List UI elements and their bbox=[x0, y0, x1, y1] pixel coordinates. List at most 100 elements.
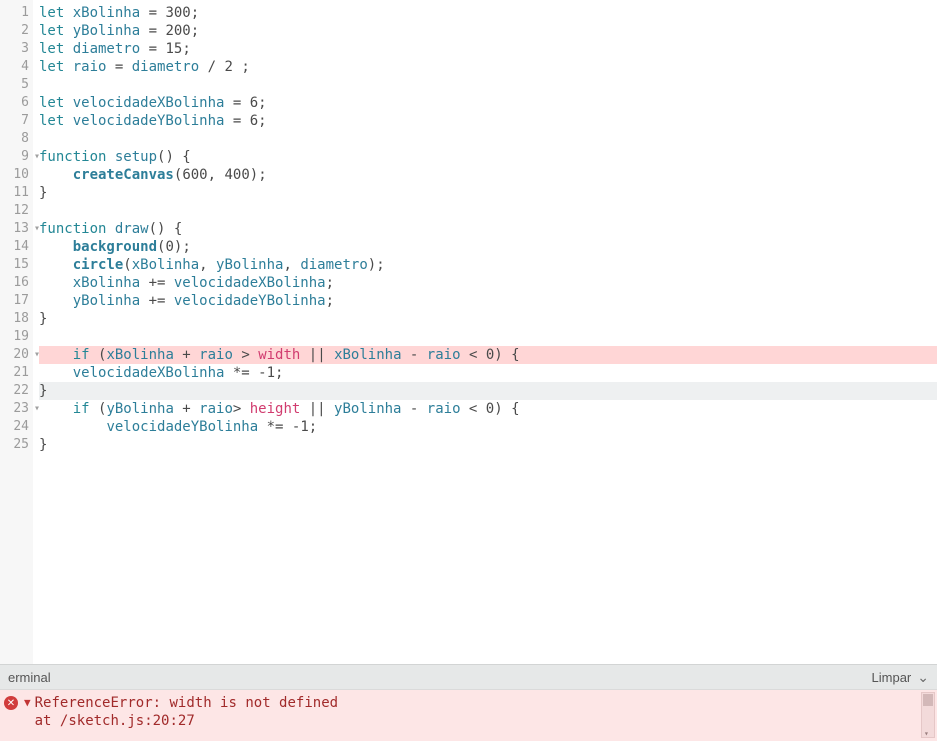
token-op: ( bbox=[90, 347, 107, 363]
line-number-gutter: 1234567891011121314151617181920212223242… bbox=[0, 0, 33, 664]
code-line[interactable]: } bbox=[39, 436, 937, 454]
code-line[interactable]: createCanvas(600, 400); bbox=[39, 166, 937, 184]
caret-down-icon[interactable]: ▼ bbox=[24, 696, 31, 709]
code-line[interactable]: let xBolinha = 300; bbox=[39, 4, 937, 22]
token-op: + bbox=[174, 347, 199, 363]
token-pink: height bbox=[250, 401, 301, 417]
token-num: 6 bbox=[250, 113, 258, 129]
token-var: xBolinha bbox=[106, 347, 173, 363]
token-kw: let bbox=[39, 113, 73, 129]
clear-button[interactable]: Limpar ⌄ bbox=[872, 669, 929, 686]
token-op: , bbox=[208, 167, 225, 183]
code-line[interactable]: } bbox=[39, 382, 937, 400]
scroll-down-icon[interactable]: ▾ bbox=[924, 729, 929, 738]
token-op: ( bbox=[123, 257, 131, 273]
token-kw: let bbox=[39, 95, 73, 111]
token-op: , bbox=[283, 257, 300, 273]
token-num: 600 bbox=[182, 167, 207, 183]
code-line[interactable] bbox=[39, 202, 937, 220]
code-line[interactable]: background(0); bbox=[39, 238, 937, 256]
code-line[interactable]: let velocidadeXBolinha = 6; bbox=[39, 94, 937, 112]
code-line[interactable]: } bbox=[39, 184, 937, 202]
token-var: velocidadeYBolinha bbox=[73, 113, 225, 129]
token-num: 400 bbox=[224, 167, 249, 183]
line-number: 16 bbox=[0, 274, 33, 292]
code-area[interactable]: let xBolinha = 300;let yBolinha = 200;le… bbox=[33, 0, 937, 664]
token-op: *= - bbox=[258, 419, 300, 435]
line-number: 23 bbox=[0, 400, 33, 418]
line-number: 19 bbox=[0, 328, 33, 346]
line-number: 17 bbox=[0, 292, 33, 310]
token-kw: let bbox=[39, 23, 73, 39]
chevron-down-icon: ⌄ bbox=[917, 669, 929, 686]
code-line[interactable]: let velocidadeYBolinha = 6; bbox=[39, 112, 937, 130]
token-op: ; bbox=[258, 95, 266, 111]
token-op: - bbox=[401, 401, 426, 417]
token-var: velocidadeXBolinha bbox=[174, 275, 326, 291]
error-location: at /sketch.js:20:27 bbox=[35, 712, 338, 730]
line-number: 13 bbox=[0, 220, 33, 238]
token-op: + bbox=[174, 401, 199, 417]
code-line[interactable]: if (xBolinha + raio > width || xBolinha … bbox=[39, 346, 937, 364]
line-number: 11 bbox=[0, 184, 33, 202]
code-line[interactable]: xBolinha += velocidadeXBolinha; bbox=[39, 274, 937, 292]
code-line[interactable] bbox=[39, 130, 937, 148]
token-num: 0 bbox=[486, 401, 494, 417]
token-fn: circle bbox=[73, 257, 124, 273]
token-kw: function bbox=[39, 221, 115, 237]
token-pink: width bbox=[258, 347, 300, 363]
token-op: / bbox=[199, 59, 224, 75]
line-number: 24 bbox=[0, 418, 33, 436]
code-line[interactable]: velocidadeXBolinha *= -1; bbox=[39, 364, 937, 382]
token-num: 15 bbox=[165, 41, 182, 57]
code-line[interactable]: function setup() { bbox=[39, 148, 937, 166]
code-line[interactable]: function draw() { bbox=[39, 220, 937, 238]
token-op bbox=[39, 365, 73, 381]
token-op: > bbox=[233, 401, 250, 417]
token-op: = bbox=[140, 23, 165, 39]
token-op: ; bbox=[275, 365, 283, 381]
code-editor[interactable]: 1234567891011121314151617181920212223242… bbox=[0, 0, 937, 664]
line-number: 21 bbox=[0, 364, 33, 382]
console-scrollbar[interactable]: ▴ ▾ bbox=[921, 692, 935, 738]
token-var: setup bbox=[115, 149, 157, 165]
token-op: - bbox=[402, 347, 427, 363]
token-op: ; bbox=[182, 41, 190, 57]
token-kw: let bbox=[39, 41, 73, 57]
code-line[interactable] bbox=[39, 76, 937, 94]
token-op bbox=[39, 239, 73, 255]
token-kw: if bbox=[73, 347, 90, 363]
token-op: ( bbox=[90, 401, 107, 417]
token-var: diametro bbox=[132, 59, 199, 75]
terminal-header: erminal Limpar ⌄ bbox=[0, 664, 937, 690]
token-num: 300 bbox=[165, 5, 190, 21]
line-number: 9 bbox=[0, 148, 33, 166]
token-op bbox=[39, 275, 73, 291]
code-line[interactable]: if (yBolinha + raio> height || yBolinha … bbox=[39, 400, 937, 418]
scroll-thumb[interactable] bbox=[923, 694, 933, 706]
code-line[interactable]: yBolinha += velocidadeYBolinha; bbox=[39, 292, 937, 310]
code-line[interactable]: } bbox=[39, 310, 937, 328]
token-num: 1 bbox=[267, 365, 275, 381]
token-op: += bbox=[140, 275, 174, 291]
console-panel: ✕ ▼ ReferenceError: width is not defined… bbox=[0, 690, 937, 741]
line-number: 18 bbox=[0, 310, 33, 328]
code-line[interactable]: let raio = diametro / 2 ; bbox=[39, 58, 937, 76]
code-line[interactable]: let diametro = 15; bbox=[39, 40, 937, 58]
token-op: } bbox=[39, 185, 47, 201]
line-number: 7 bbox=[0, 112, 33, 130]
token-var: diametro bbox=[300, 257, 367, 273]
code-line[interactable]: velocidadeYBolinha *= -1; bbox=[39, 418, 937, 436]
token-var: yBolinha bbox=[216, 257, 283, 273]
token-op bbox=[39, 257, 73, 273]
token-kw: let bbox=[39, 59, 73, 75]
token-num: 6 bbox=[250, 95, 258, 111]
token-op: () { bbox=[149, 221, 183, 237]
code-line[interactable]: circle(xBolinha, yBolinha, diametro); bbox=[39, 256, 937, 274]
code-line[interactable] bbox=[39, 328, 937, 346]
token-var: draw bbox=[115, 221, 149, 237]
token-var: velocidadeXBolinha bbox=[73, 95, 225, 111]
token-var: raio bbox=[199, 401, 233, 417]
code-line[interactable]: let yBolinha = 200; bbox=[39, 22, 937, 40]
line-number: 14 bbox=[0, 238, 33, 256]
